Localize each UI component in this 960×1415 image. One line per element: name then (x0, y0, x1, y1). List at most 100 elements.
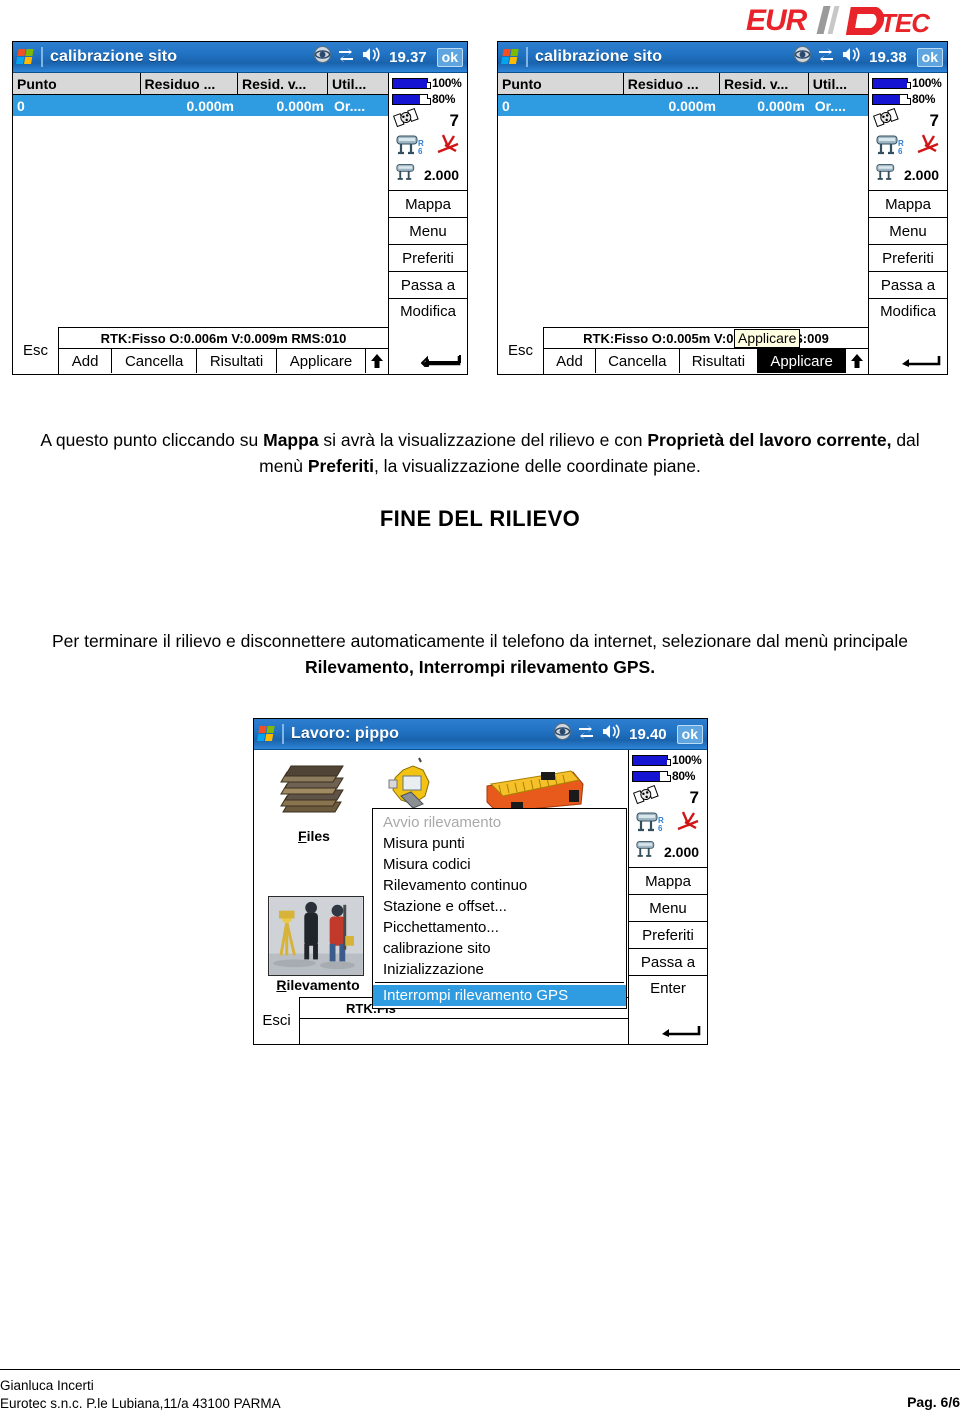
windows-start-icon[interactable] (501, 47, 523, 67)
volume-icon[interactable] (841, 47, 861, 67)
menu-item-misura-codici[interactable]: Misura codici (373, 854, 626, 875)
sidebar-action-label: Enter (650, 980, 686, 997)
para1-bold-proprieta: Proprietà del lavoro corrente, (647, 430, 892, 450)
antenna-height-icon (393, 162, 421, 189)
connectivity-icon[interactable] (577, 724, 595, 744)
antenna-height-value: 2.000 (664, 844, 700, 860)
column-header-residuo-v[interactable]: Resid. v... (238, 73, 328, 94)
esc-button[interactable]: Esc (498, 327, 544, 374)
sidebar-button-passa-a[interactable]: Passa a (869, 272, 947, 299)
sidebar-button-mappa[interactable]: Mappa (869, 191, 947, 218)
column-header-residuo-v[interactable]: Resid. v... (719, 73, 809, 94)
windows-start-icon[interactable] (16, 47, 38, 67)
scroll-up-icon[interactable] (366, 349, 388, 373)
battery-main-icon (392, 77, 431, 89)
sidebar-action-enter[interactable]: Enter (629, 976, 707, 1044)
sidebar-button-menu[interactable]: Menu (629, 895, 707, 922)
esci-button[interactable]: Esci (254, 997, 300, 1044)
sidebar-button-menu[interactable]: Menu (389, 218, 467, 245)
sidebar-button-mappa[interactable]: Mappa (389, 191, 467, 218)
svg-text:6: 6 (898, 147, 903, 156)
no-radio-link-icon (434, 132, 462, 163)
menu-item-calibrazione-sito[interactable]: calibrazione sito (373, 938, 626, 959)
column-header-punto[interactable]: Punto (13, 73, 141, 94)
sidebar-button-preferiti[interactable]: Preferiti (389, 245, 467, 272)
menu-separator (375, 982, 624, 983)
softkey-row: Add Cancella Risultati Applicare (544, 348, 868, 373)
no-radio-link-icon (674, 809, 702, 840)
sidebar-action-label: Modifica (880, 303, 936, 320)
window-title: Lavoro: pippo (291, 725, 399, 742)
battery-second-label: 80% (672, 769, 696, 783)
column-header-util[interactable]: Util... (328, 73, 388, 94)
antenna-height-icon (633, 839, 661, 866)
menu-item-inizializzazione[interactable]: Inizializzazione (373, 959, 626, 980)
internet-explorer-icon[interactable] (554, 723, 572, 745)
ok-button[interactable]: ok (436, 47, 463, 67)
sidebar: 100% 80% 7 R6 2.000 Mappa Menu Preferiti… (869, 73, 947, 374)
connectivity-icon[interactable] (337, 47, 355, 67)
softkey-risultati[interactable]: Risultati (197, 349, 277, 373)
cell-punto: 0 (17, 97, 25, 114)
sidebar-action-modifica[interactable]: Modifica (869, 299, 947, 374)
column-header-punto[interactable]: Punto (498, 73, 624, 94)
windows-start-icon[interactable] (257, 724, 279, 744)
table-row[interactable]: 0 0.000m 0.000m Or.... (13, 95, 388, 116)
sidebar-button-menu[interactable]: Menu (869, 218, 947, 245)
footer-rule (0, 1369, 960, 1370)
desktop-icon-files[interactable]: Files (268, 762, 360, 844)
para1-text4: , la visualizzazione delle coordinate pi… (373, 456, 701, 476)
column-header-residuo[interactable]: Residuo ... (623, 73, 720, 94)
menu-item-stazione-e-offset[interactable]: Stazione e offset... (373, 896, 626, 917)
scroll-up-icon[interactable] (846, 349, 868, 373)
sidebar-button-passa-a[interactable]: Passa a (629, 949, 707, 976)
ok-button[interactable]: ok (916, 47, 943, 67)
sidebar-button-passa-a[interactable]: Passa a (389, 272, 467, 299)
volume-icon[interactable] (361, 47, 381, 67)
connectivity-icon[interactable] (817, 47, 835, 67)
antenna-height-row: 2.000 (392, 163, 464, 187)
menu-item-picchettamento[interactable]: Picchettamento... (373, 917, 626, 938)
para1-bold-mappa: Mappa (263, 430, 319, 450)
menu-item-misura-punti[interactable]: Misura punti (373, 833, 626, 854)
ok-button[interactable]: ok (676, 724, 703, 744)
para2-bold-rilevamento: Rilevamento, (304, 657, 414, 677)
softkey-risultati[interactable]: Risultati (680, 349, 759, 373)
softkey-row: Add Cancella Risultati Applicare (59, 348, 388, 373)
column-header-util[interactable]: Util... (808, 73, 868, 94)
softkey-applicare[interactable]: Applicare (758, 349, 846, 373)
bottom-zone: Esc RTK:Fisso O:0.006m V:0.009m RMS:010 … (13, 327, 388, 374)
softkey-add[interactable]: Add (59, 349, 113, 373)
sidebar-button-preferiti[interactable]: Preferiti (629, 922, 707, 949)
para2-text1: Per terminare il rilievo e disconnettere… (51, 631, 909, 651)
cell-util: Or.... (814, 97, 846, 114)
antenna-height-value: 2.000 (424, 167, 460, 183)
rilevamento-dropdown-menu[interactable]: Avvio rilevamento Misura punti Misura co… (372, 808, 627, 1009)
column-header-residuo[interactable]: Residuo ... (140, 73, 238, 94)
sidebar-action-modifica[interactable]: Modifica (389, 299, 467, 374)
volume-icon[interactable] (601, 724, 621, 744)
paragraph-2: Per terminare il rilievo e disconnettere… (24, 628, 936, 680)
sidebar-button-mappa[interactable]: Mappa (629, 868, 707, 895)
internet-explorer-icon[interactable] (794, 46, 812, 68)
cell-residuo-v: 0.000m (757, 97, 805, 114)
eurotec-logo: EUR TEC (740, 0, 952, 42)
esc-button[interactable]: Esc (13, 327, 59, 374)
sidebar-button-preferiti[interactable]: Preferiti (869, 245, 947, 272)
enter-arrow-icon (901, 354, 941, 371)
menu-item-interrompi-rilevamento-gps[interactable]: Interrompi rilevamento GPS (373, 985, 626, 1006)
rilevamento-label: Rilevamento (276, 977, 360, 993)
menu-item-rilevamento-continuo[interactable]: Rilevamento continuo (373, 875, 626, 896)
softkey-applicare[interactable]: Applicare (277, 349, 366, 373)
battery-second-icon (872, 93, 911, 105)
desktop-icon-rilevamento[interactable]: Rilevamento (268, 896, 368, 993)
cell-residuo: 0.000m (186, 97, 234, 114)
softkey-cancella[interactable]: Cancella (596, 349, 680, 373)
softkey-add[interactable]: Add (544, 349, 596, 373)
internet-explorer-icon[interactable] (314, 46, 332, 68)
softkey-cancella[interactable]: Cancella (112, 349, 198, 373)
files-label: Files (298, 828, 330, 844)
main-panel: Punto Residuo ... Resid. v... Util... 0 … (498, 73, 869, 374)
window-title: calibrazione sito (535, 48, 663, 65)
table-row[interactable]: 0 0.000m 0.000m Or.... (498, 95, 868, 116)
